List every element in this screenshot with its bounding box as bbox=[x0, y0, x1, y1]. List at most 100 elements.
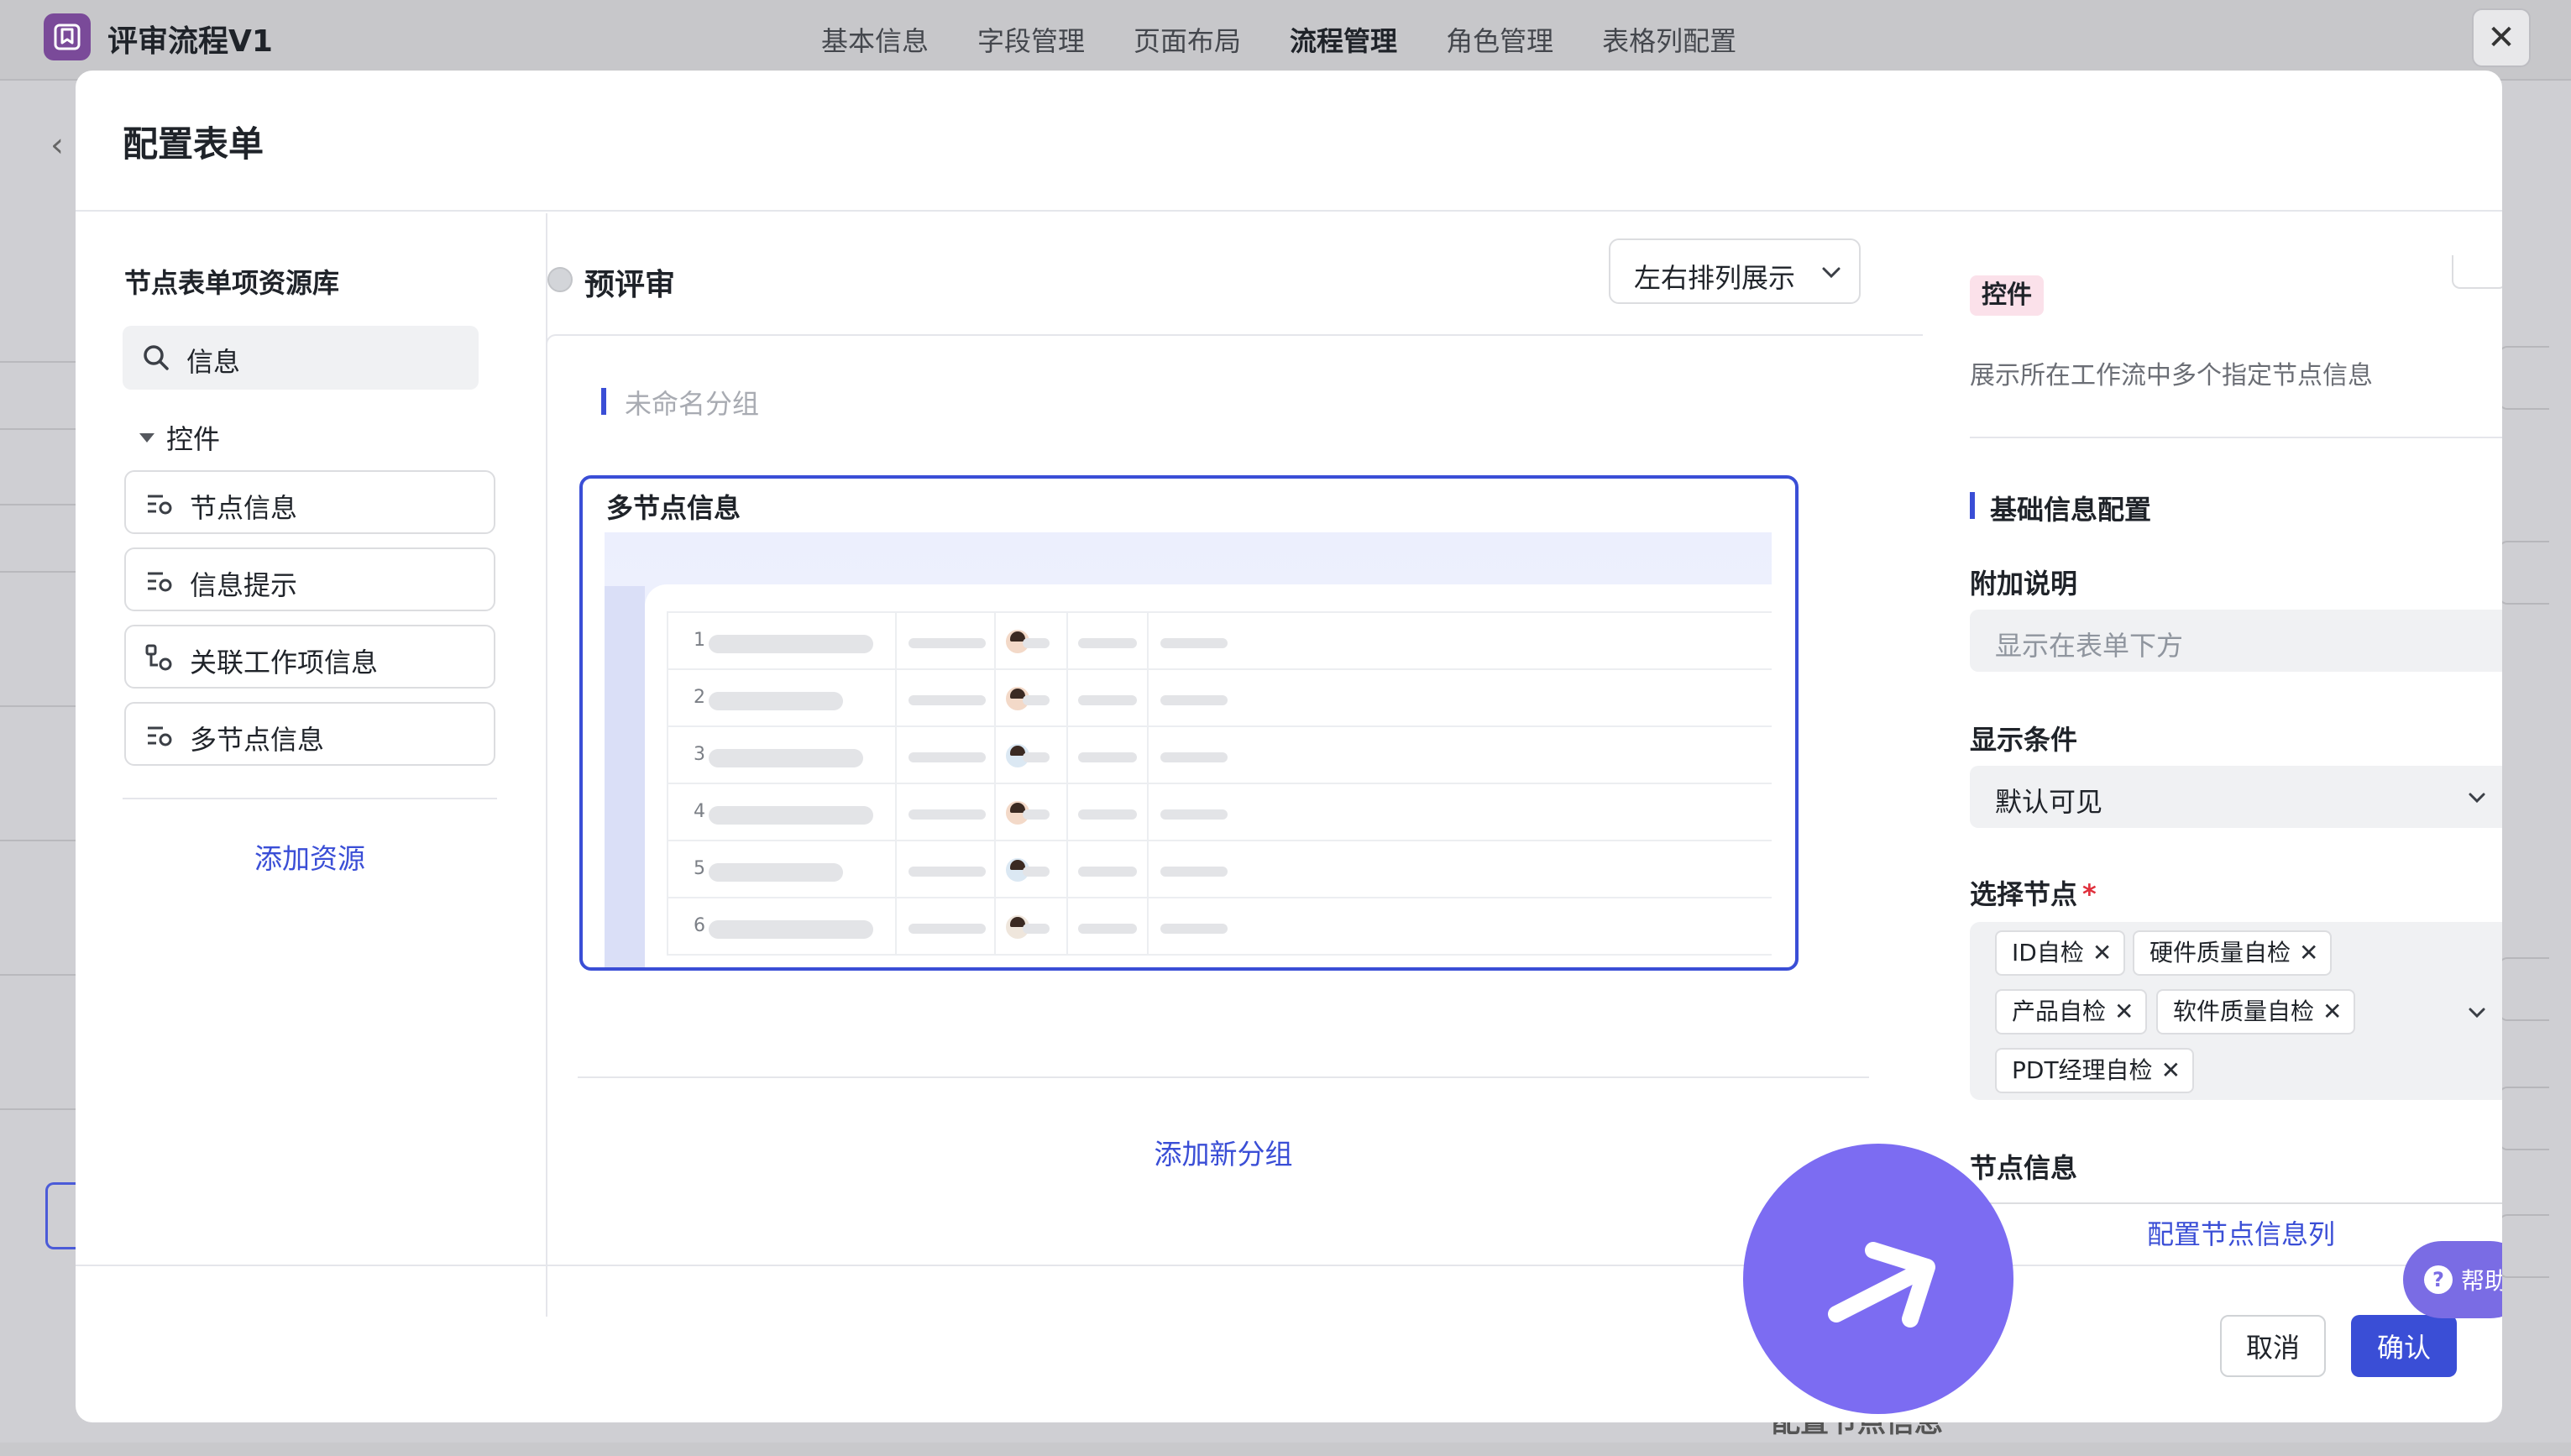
bookmark-icon bbox=[44, 13, 91, 60]
floating-action-button[interactable] bbox=[1743, 1144, 2013, 1414]
remove-tag-icon[interactable]: ✕ bbox=[2161, 1056, 2181, 1084]
help-label: 帮助 bbox=[2460, 1267, 2502, 1295]
category-toggle[interactable]: 控件 bbox=[139, 418, 220, 457]
confirm-button[interactable]: 确认 bbox=[2351, 1315, 2457, 1377]
bg-divider bbox=[0, 1108, 76, 1110]
placeholder-bar bbox=[908, 924, 986, 934]
close-icon[interactable]: ✕ bbox=[2472, 8, 2531, 67]
remove-tag-icon[interactable]: ✕ bbox=[2114, 998, 2134, 1025]
placeholder-bar bbox=[908, 867, 986, 877]
canvas-divider bbox=[578, 1076, 1869, 1078]
cancel-button[interactable]: 取消 bbox=[2220, 1315, 2326, 1377]
row-number: 1 bbox=[694, 630, 705, 651]
node-tag-label: 产品自检 bbox=[2012, 998, 2107, 1025]
add-group-button[interactable]: 添加新分组 bbox=[578, 1132, 1869, 1172]
tab-process-management[interactable]: 流程管理 bbox=[1290, 20, 1397, 59]
bg-divider bbox=[0, 974, 76, 976]
placeholder-bar bbox=[1078, 752, 1137, 762]
row-number: 4 bbox=[694, 801, 705, 822]
category-label: 控件 bbox=[166, 423, 221, 455]
extra-note-input[interactable]: 显示在表单下方 bbox=[1970, 610, 2502, 672]
placeholder-bar bbox=[908, 809, 986, 820]
placeholder-bar bbox=[1023, 809, 1050, 820]
resource-item[interactable]: 多节点信息 bbox=[124, 702, 495, 766]
node-tag-label: 硬件质量自检 bbox=[2149, 939, 2291, 966]
list-settings-icon bbox=[148, 726, 172, 746]
resource-item[interactable]: 节点信息 bbox=[124, 470, 495, 534]
placeholder-bar bbox=[908, 695, 986, 705]
library-title: 节点表单项资源库 bbox=[124, 267, 340, 299]
link-settings-icon bbox=[145, 644, 172, 671]
placeholder-bar bbox=[709, 920, 873, 939]
back-arrow-icon[interactable]: ‹ bbox=[50, 126, 64, 165]
section-title: 基础信息配置 bbox=[1990, 494, 2152, 526]
placeholder-bar bbox=[1023, 695, 1050, 705]
add-resource-button[interactable]: 添加资源 bbox=[123, 836, 497, 877]
condition-label: 显示条件 bbox=[1970, 724, 2078, 756]
bg-divider bbox=[0, 361, 76, 363]
help-button[interactable]: ? 帮助 bbox=[2403, 1241, 2502, 1318]
node-radio[interactable] bbox=[547, 267, 573, 292]
placeholder-bar bbox=[1078, 924, 1137, 934]
tab-field-management[interactable]: 字段管理 bbox=[977, 20, 1085, 59]
bg-bottom-strip bbox=[0, 1443, 2571, 1456]
node-tag: 产品自检 ✕ bbox=[1995, 989, 2148, 1034]
node-info-label: 节点信息 bbox=[1970, 1152, 2078, 1184]
multi-node-card[interactable]: 多节点信息 1 2 3 4 5 6 bbox=[579, 475, 1799, 971]
bg-divider bbox=[0, 504, 76, 505]
tab-role-management[interactable]: 角色管理 bbox=[1446, 20, 1553, 59]
bg-divider bbox=[0, 571, 76, 573]
condition-select[interactable]: 默认可见 bbox=[1970, 766, 2502, 828]
bg-right-field bbox=[2499, 541, 2549, 605]
placeholder-bar bbox=[1160, 638, 1228, 648]
chevron-down-icon[interactable] bbox=[2467, 1003, 2487, 1023]
resource-item[interactable]: 信息提示 bbox=[124, 547, 495, 611]
arrow-up-right-icon bbox=[1828, 1242, 1935, 1328]
placeholder-bar bbox=[1078, 695, 1137, 705]
question-icon: ? bbox=[2423, 1265, 2453, 1294]
row-number: 2 bbox=[694, 687, 705, 708]
scrolled-button-edge bbox=[2452, 255, 2502, 289]
control-description: 展示所在工作流中多个指定节点信息 bbox=[1970, 361, 2373, 390]
placeholder-bar bbox=[1023, 638, 1050, 648]
control-type-tag: 控件 bbox=[1970, 275, 2044, 316]
placeholder-bar bbox=[1160, 867, 1228, 877]
resource-item[interactable]: 关联工作项信息 bbox=[124, 625, 495, 689]
chevron-down-icon bbox=[2469, 793, 2485, 804]
nodes-label: 选择节点 * bbox=[1970, 873, 2097, 912]
nodes-multiselect[interactable]: ID自检 ✕ 硬件质量自检 ✕ 产品自检 ✕ 软件质量自检 ✕ PDT经理自检 ✕ bbox=[1970, 922, 2502, 1100]
group-name-input[interactable]: 未命名分组 bbox=[625, 383, 759, 422]
placeholder-bar bbox=[1023, 924, 1050, 934]
preview-row: 1 bbox=[668, 613, 1772, 670]
node-tag-label: ID自检 bbox=[2012, 939, 2084, 966]
tab-table-columns[interactable]: 表格列配置 bbox=[1602, 20, 1736, 59]
placeholder-bar bbox=[709, 806, 873, 825]
remove-tag-icon[interactable]: ✕ bbox=[2322, 998, 2342, 1025]
placeholder-bar bbox=[709, 863, 843, 882]
node-tag: PDT经理自检 ✕ bbox=[1995, 1048, 2195, 1093]
list-settings-icon bbox=[148, 572, 172, 592]
library-divider bbox=[123, 798, 497, 799]
remove-tag-icon[interactable]: ✕ bbox=[2299, 939, 2318, 966]
node-tag: ID自检 ✕ bbox=[1995, 930, 2126, 976]
properties-divider bbox=[1970, 437, 2502, 438]
placeholder-bar bbox=[908, 752, 986, 762]
placeholder-bar bbox=[1078, 638, 1137, 648]
layout-mode-select[interactable]: 左右排列展示 bbox=[1609, 238, 1861, 304]
node-tag: 软件质量自检 ✕ bbox=[2156, 989, 2356, 1034]
extra-note-label: 附加说明 bbox=[1970, 568, 2078, 600]
remove-tag-icon[interactable]: ✕ bbox=[2092, 939, 2112, 966]
tab-basic-info[interactable]: 基本信息 bbox=[821, 20, 929, 59]
node-title: 预评审 bbox=[584, 268, 676, 302]
app-title: 评审流程V1 bbox=[107, 24, 273, 59]
placeholder-bar bbox=[1160, 752, 1228, 762]
bg-right-field bbox=[2499, 1214, 2549, 1278]
placeholder-bar bbox=[709, 635, 873, 653]
placeholder-bar bbox=[1078, 867, 1137, 877]
search-input[interactable]: 信息 bbox=[123, 326, 479, 390]
tab-page-layout[interactable]: 页面布局 bbox=[1134, 20, 1241, 59]
condition-value: 默认可见 bbox=[1995, 786, 2103, 818]
placeholder-bar bbox=[1160, 695, 1228, 705]
modal-header: 配置表单 bbox=[76, 71, 2502, 212]
resource-item-label: 关联工作项信息 bbox=[190, 647, 379, 678]
